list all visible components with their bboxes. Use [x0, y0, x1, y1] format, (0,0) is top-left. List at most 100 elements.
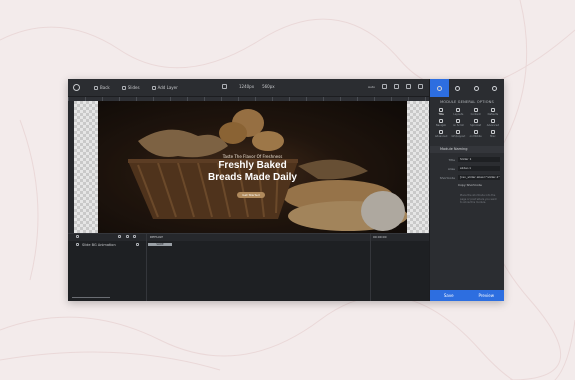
- alias-field: Alias slider-1: [434, 166, 500, 171]
- slider-editor-window: Back Slides Add Layer 1240px 560px Auto: [68, 79, 504, 301]
- list-icon[interactable]: [126, 235, 129, 238]
- advanced-icon: [490, 119, 495, 123]
- timeline-layer-name: Slide BG Animation: [82, 243, 116, 247]
- title-input[interactable]: Slider 1: [458, 157, 500, 162]
- monitor-icon[interactable]: [405, 84, 411, 89]
- option-misc[interactable]: Misc: [485, 130, 501, 138]
- alias-field-label: Alias: [447, 166, 455, 171]
- help-icon[interactable]: [393, 84, 399, 89]
- navigation-icon: [439, 119, 444, 123]
- content-icon: [473, 108, 478, 112]
- tab-module-settings[interactable]: [430, 79, 449, 97]
- shortcode-field: Shortcode [rev_slider alias="slider-1"]: [434, 175, 500, 180]
- code-icon: [439, 130, 444, 134]
- wordpress-logo-icon[interactable]: [73, 84, 80, 91]
- canvas-width-value[interactable]: 1240px: [239, 84, 254, 89]
- play-icon[interactable]: [76, 235, 79, 238]
- alias-input[interactable]: slider-1: [458, 166, 500, 171]
- mobile-icon: [473, 130, 478, 134]
- move-icon: [455, 85, 461, 91]
- sprocket-icon: [473, 119, 478, 123]
- preview-label: Preview: [478, 293, 495, 298]
- save-button[interactable]: Save: [430, 290, 468, 301]
- layer-visibility-icon[interactable]: [136, 243, 139, 246]
- clock-icon[interactable]: [133, 235, 136, 238]
- back-label: Back: [100, 85, 110, 90]
- add-layer-label: Add Layer: [157, 85, 178, 90]
- slides-label: Slides: [127, 85, 140, 90]
- timeline-tab-default[interactable]: DEFAULT: [150, 235, 163, 239]
- slide-title-line-1: Freshly Baked: [218, 160, 287, 171]
- tab-navigation[interactable]: [449, 79, 468, 97]
- add-layer-icon: [151, 85, 156, 90]
- gfx-icon: [456, 130, 461, 134]
- slide-title-line-2: Breads Made Daily: [208, 172, 297, 183]
- add-layer-button[interactable]: Add Layer: [151, 85, 178, 90]
- slides-icon: [121, 85, 126, 90]
- option-on-scroll[interactable]: on Scroll: [450, 119, 466, 127]
- timeline-slide-bar[interactable]: SLIDE: [148, 243, 172, 246]
- tab-help[interactable]: [486, 79, 505, 97]
- layout-mode-label[interactable]: Auto: [368, 85, 375, 89]
- cursor-icon[interactable]: [381, 84, 387, 89]
- title-icon: [439, 108, 444, 112]
- transparent-margin-right: [407, 101, 429, 233]
- option-title[interactable]: Title: [433, 108, 449, 116]
- gear-icon: [436, 85, 442, 91]
- slide-preview[interactable]: Taste The Flavor Of Freshness Freshly Ba…: [98, 101, 407, 233]
- layers-icon: [473, 85, 479, 91]
- layers-icon[interactable]: [118, 235, 121, 238]
- panel-footer: Save Preview: [430, 290, 504, 301]
- misc-icon: [490, 130, 495, 134]
- title-field-label: Title: [448, 157, 455, 162]
- canvas-height-value[interactable]: 560px: [262, 84, 275, 89]
- save-label: Save: [443, 293, 454, 298]
- option-navigation[interactable]: Navigat.: [433, 119, 449, 127]
- back-button[interactable]: Back: [94, 85, 110, 90]
- slide-title[interactable]: Freshly Baked Breads Made Daily: [98, 160, 407, 184]
- back-arrow-icon: [94, 85, 98, 90]
- tab-layers[interactable]: [467, 79, 486, 97]
- preview-button[interactable]: Preview: [468, 290, 505, 301]
- panel-title: MODULE GENERAL OPTIONS: [440, 100, 494, 104]
- timeline-header: DEFAULT 00:00:00: [68, 234, 429, 241]
- timeline-divider: [146, 234, 147, 301]
- options-grid: Title Layouts Content Defaults Navigat. …: [430, 104, 504, 142]
- undo-icon[interactable]: [417, 84, 423, 89]
- layout-icon: [456, 108, 461, 112]
- option-gfx-layout[interactable]: Gfx/Layout: [450, 130, 466, 138]
- layer-image-icon: [76, 243, 79, 246]
- timeline-layer-row[interactable]: Slide BG Animation: [68, 242, 429, 248]
- module-naming-section[interactable]: Module Naming: [430, 146, 504, 153]
- timeline-panel: DEFAULT 00:00:00 Slide BG Animation SLID…: [68, 233, 429, 301]
- transparent-margin-left: [74, 101, 98, 233]
- panel-tabs: [430, 79, 504, 97]
- right-toolbar-tools: Auto: [368, 84, 435, 89]
- canvas-area: Taste The Flavor Of Freshness Freshly Ba…: [74, 101, 429, 233]
- slide-subtitle[interactable]: Taste The Flavor Of Freshness: [98, 154, 407, 159]
- defaults-icon: [490, 108, 495, 112]
- desktop-view-icon[interactable]: [222, 84, 227, 89]
- option-on-mobile[interactable]: on Mobile: [468, 130, 484, 138]
- option-content[interactable]: Content: [468, 108, 484, 116]
- copy-shortcode-button[interactable]: Copy Shortcode: [458, 183, 500, 188]
- top-toolbar: Back Slides Add Layer 1240px 560px Auto: [68, 79, 435, 97]
- options-panel: MODULE GENERAL OPTIONS Title Layouts Con…: [429, 79, 504, 301]
- shortcode-note: Place the shortcode into the page or pos…: [460, 194, 497, 204]
- option-advanced-2[interactable]: Advanced: [433, 130, 449, 138]
- timeline-scrollbar[interactable]: [72, 297, 110, 298]
- title-field: Title Slider 1: [434, 157, 500, 162]
- option-defaults[interactable]: Defaults: [485, 108, 501, 116]
- size-controls: 1240px 560px: [222, 84, 275, 89]
- scroll-icon: [456, 119, 461, 123]
- option-layouts[interactable]: Layouts: [450, 108, 466, 116]
- shortcode-field-label: Shortcode: [439, 175, 455, 180]
- slide-cta-button[interactable]: Get Started: [237, 192, 265, 198]
- slides-button[interactable]: Slides: [121, 85, 140, 90]
- option-sprocket[interactable]: Sprocket: [468, 119, 484, 127]
- shortcode-input[interactable]: [rev_slider alias="slider-1"]: [458, 175, 500, 180]
- help-icon: [492, 85, 498, 91]
- timeline-divider-end: [370, 234, 371, 301]
- timeline-end-time: 00:00:00: [373, 235, 387, 239]
- option-advanced[interactable]: Advanced: [485, 119, 501, 127]
